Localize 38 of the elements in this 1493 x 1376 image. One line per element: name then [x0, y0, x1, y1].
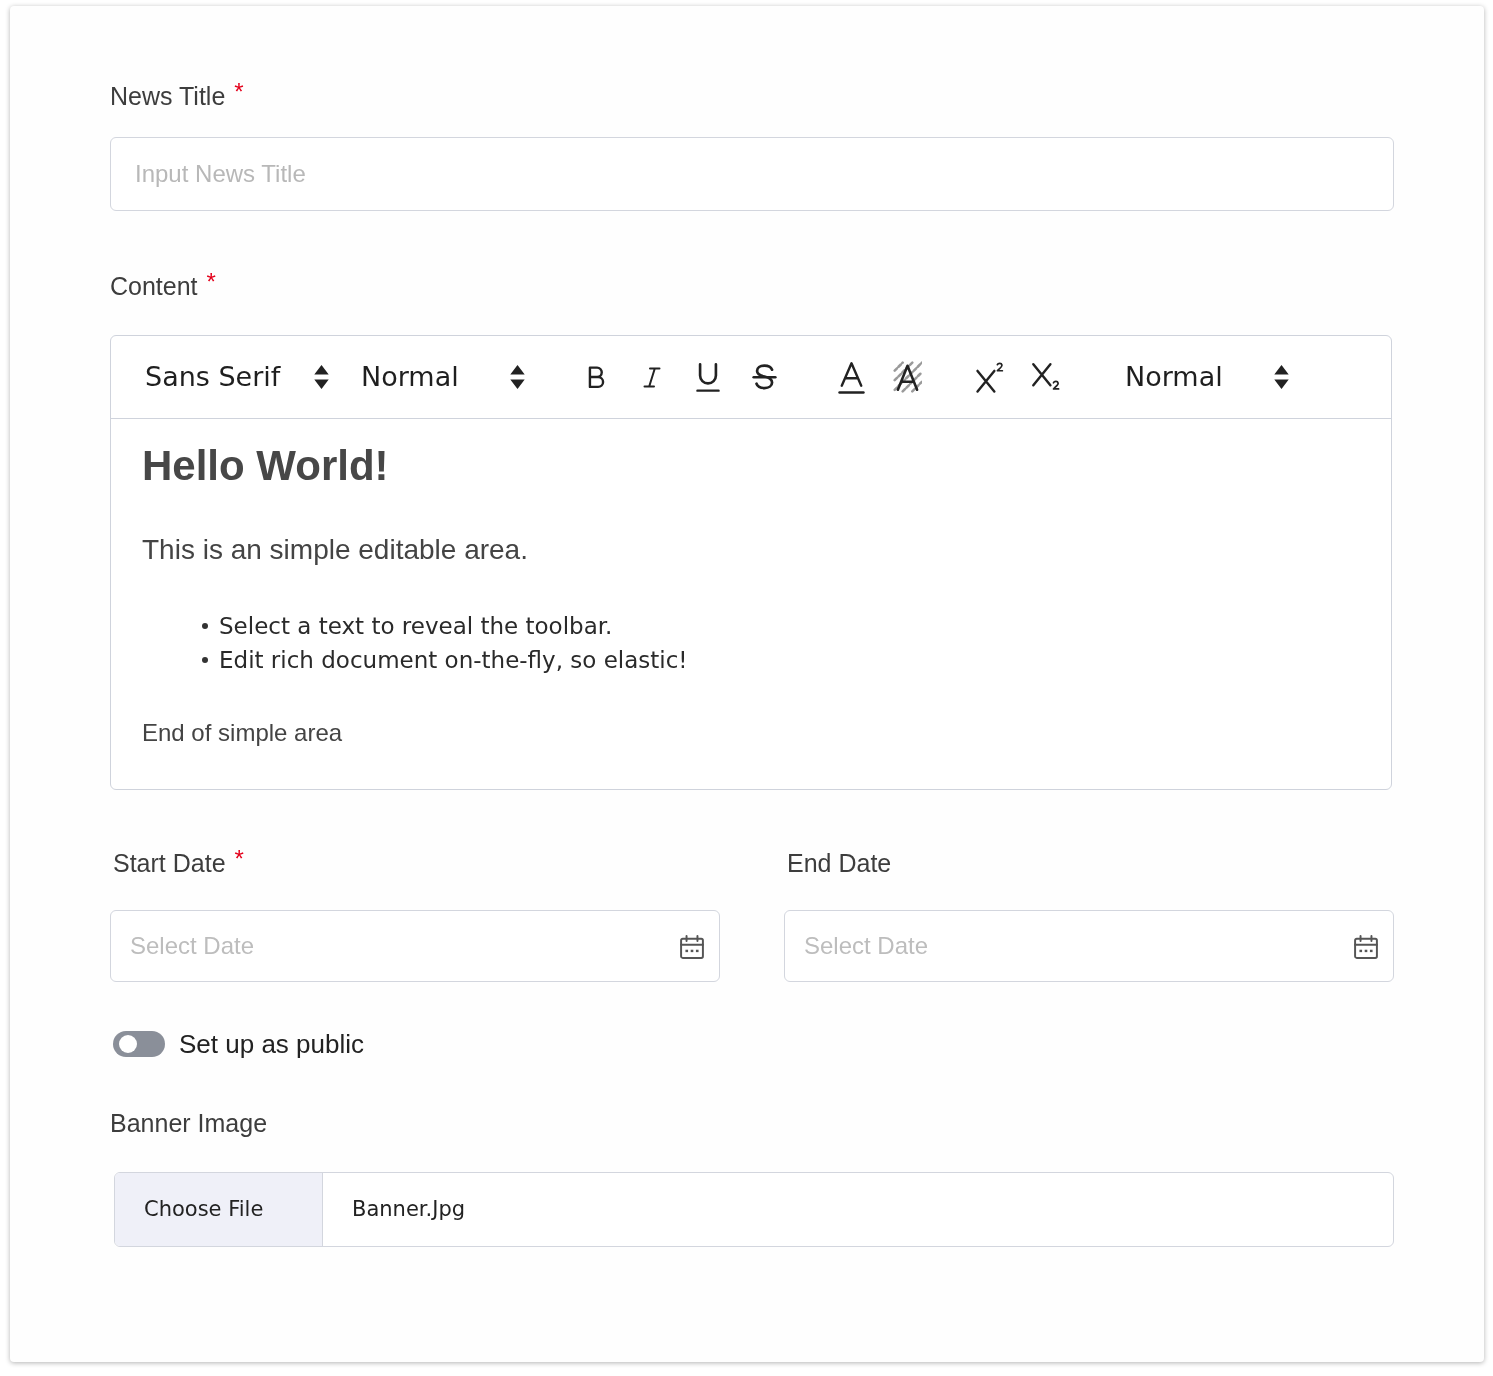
field-label: Start Date	[113, 848, 226, 880]
required-mark: *	[206, 270, 216, 294]
required-mark: *	[234, 847, 244, 871]
content-paragraph: This is an simple editable area.	[142, 533, 529, 567]
size-picker[interactable]: Normal	[361, 357, 527, 397]
calendar-icon	[1354, 935, 1378, 959]
text-input[interactable]: Input News Title	[110, 137, 1394, 211]
underline-icon	[696, 362, 720, 392]
field-label: Banner Image	[110, 1108, 268, 1140]
date-input[interactable]: Select Date	[110, 910, 720, 982]
updown-arrows-icon	[510, 365, 525, 389]
toggle-label: Set up as public	[179, 1027, 364, 1061]
highlight-icon	[892, 361, 922, 393]
field-label: News Title	[110, 81, 226, 113]
date-input[interactable]: Select Date	[784, 910, 1394, 982]
field-label: End Date	[787, 848, 892, 880]
updown-arrows-icon	[1274, 365, 1289, 389]
superscript-icon	[974, 361, 1006, 393]
bullet-icon	[202, 623, 208, 629]
bold-icon	[586, 365, 606, 389]
updown-arrows-icon	[314, 365, 329, 389]
file-name: Banner.Jpg	[351, 1195, 466, 1223]
bullet-icon	[202, 657, 208, 663]
calendar-icon	[680, 935, 704, 959]
header-picker[interactable]: Normal	[1125, 357, 1291, 397]
list-item-text: Select a text to reveal the toolbar.	[219, 611, 613, 641]
subscript-icon	[1030, 361, 1062, 393]
font-picker[interactable]: Sans Serif	[145, 357, 331, 397]
strikethrough-icon	[751, 363, 777, 391]
choose-file-button[interactable]: Choose File	[115, 1173, 323, 1246]
required-mark: *	[234, 80, 244, 104]
content-paragraph: End of simple area	[142, 718, 344, 748]
italic-icon	[643, 366, 661, 388]
toggle-switch[interactable]	[113, 1031, 165, 1057]
text-color-icon	[837, 360, 865, 394]
field-label: Content	[110, 271, 198, 303]
list-item-text: Edit rich document on-the-fly, so elastic!	[219, 645, 688, 675]
content-heading: Hello World!	[142, 441, 390, 491]
